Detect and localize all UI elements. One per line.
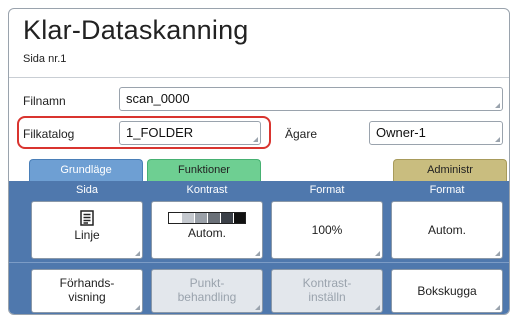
header-divider	[9, 77, 509, 78]
button-corner-grip	[495, 251, 500, 256]
book-shadow-label: Bokskugga	[417, 284, 477, 298]
button-corner-grip	[255, 251, 260, 256]
button-corner-grip	[135, 251, 140, 256]
contrast-scale-icon	[168, 212, 246, 224]
contrast-label: Autom.	[187, 226, 226, 240]
page-mode-label: Linje	[74, 228, 100, 242]
row-divider	[9, 262, 509, 263]
tab-functions[interactable]: Funktioner	[147, 159, 261, 181]
button-corner-grip	[375, 305, 380, 310]
column-header-page: Sida	[75, 184, 99, 196]
format-scale-label: 100%	[311, 223, 343, 237]
document-lines-icon	[80, 210, 94, 226]
filename-field[interactable]: scan_0000	[119, 87, 503, 111]
book-shadow-button[interactable]: Bokskugga	[391, 269, 503, 313]
page-mode-button[interactable]: Linje	[31, 201, 143, 259]
contrast-settings-label-line1: Kontrast-	[302, 276, 352, 290]
field-resize-grip	[495, 103, 500, 108]
column-header-contrast: Kontrast	[186, 184, 228, 196]
preview-button[interactable]: Förhands- visning	[31, 269, 143, 313]
format-scale-button[interactable]: 100%	[271, 201, 383, 259]
page-number-label: Sida nr.1	[23, 53, 67, 65]
tab-admin[interactable]: Administr	[393, 159, 507, 181]
format-size-label: Autom.	[427, 223, 466, 237]
contrast-settings-label-line2: inställn	[308, 290, 346, 304]
owner-field[interactable]: Owner-1	[369, 121, 503, 145]
owner-value: Owner-1	[376, 125, 426, 140]
page-title: Klar-Dataskanning	[23, 15, 249, 45]
folder-label: Filkatalog	[23, 127, 75, 141]
format-size-button[interactable]: Autom.	[391, 201, 503, 259]
contrast-settings-button[interactable]: Kontrast- inställn	[271, 269, 383, 313]
folder-value: 1_FOLDER	[126, 125, 194, 140]
field-resize-grip	[253, 137, 258, 142]
contrast-button[interactable]: Autom.	[151, 201, 263, 259]
filename-value: scan_0000	[126, 91, 190, 106]
dot-processing-button[interactable]: Punkt- behandling	[151, 269, 263, 313]
preview-label-line1: Förhands-	[59, 276, 115, 290]
dot-processing-label-line2: behandling	[177, 290, 237, 304]
scan-window: Klar-Dataskanning Sida nr.1 Filnamn scan…	[8, 8, 510, 315]
button-corner-grip	[135, 305, 140, 310]
owner-label: Ägare	[285, 127, 318, 141]
column-header-format-2: Format	[429, 184, 465, 196]
field-resize-grip	[495, 137, 500, 142]
folder-field[interactable]: 1_FOLDER	[119, 121, 261, 145]
button-corner-grip	[375, 251, 380, 256]
filename-label: Filnamn	[23, 94, 66, 108]
preview-label-line2: visning	[68, 290, 106, 304]
tab-basic-mode[interactable]: Grundläge	[29, 159, 143, 181]
button-corner-grip	[255, 305, 260, 310]
column-header-format: Format	[309, 184, 345, 196]
dot-processing-label-line1: Punkt-	[189, 276, 225, 290]
button-corner-grip	[495, 305, 500, 310]
